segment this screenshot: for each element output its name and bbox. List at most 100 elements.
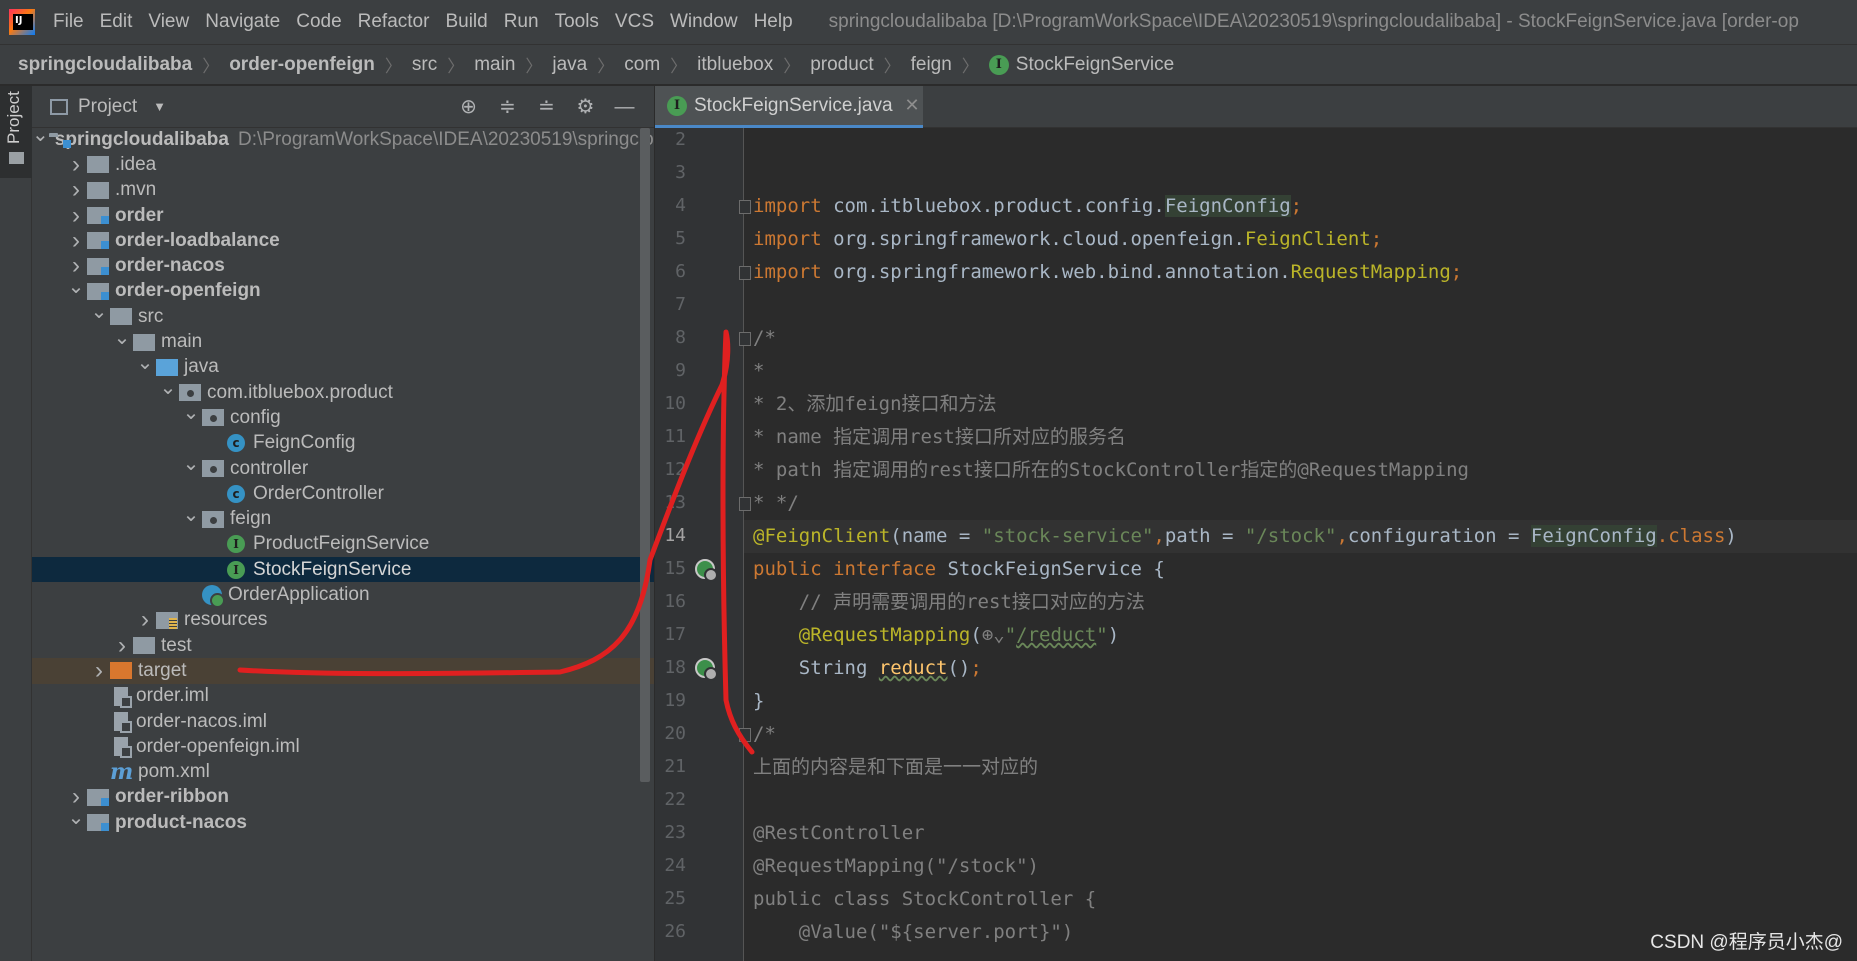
tree-item-controller[interactable]: ⌄ controller <box>32 453 654 481</box>
breadcrumb-item[interactable]: feign <box>911 54 952 76</box>
code-line[interactable]: * path 指定调用的rest接口所在的StockController指定的@… <box>753 454 1469 487</box>
menu-item-help[interactable]: Help <box>754 11 793 33</box>
tree-item-pom-xml[interactable]: m pom.xml <box>32 760 654 785</box>
code-line[interactable]: * name 指定调用rest接口所对应的服务名 <box>753 421 1126 454</box>
expand-all-icon[interactable]: ≑ <box>488 94 527 120</box>
code-line[interactable]: /* <box>753 718 776 751</box>
breadcrumb-item[interactable]: com <box>624 54 660 76</box>
tree-item-order-nacos[interactable]: › order-nacos <box>32 252 654 279</box>
chevron-right-icon[interactable]: › <box>65 227 87 255</box>
code-line[interactable]: @Value("${server.port}") <box>753 916 1074 949</box>
code-line[interactable]: public class StockController { <box>753 883 1096 916</box>
breadcrumb-item[interactable]: product <box>810 54 873 76</box>
tree-item-config[interactable]: ⌄ config <box>32 402 654 430</box>
tree-item-mvn[interactable]: › .mvn <box>32 176 654 204</box>
chevron-down-icon[interactable]: ⌄ <box>180 451 202 476</box>
menu-item-view[interactable]: View <box>148 11 189 33</box>
code-line[interactable]: // 声明需要调用的rest接口对应的方法 <box>753 586 1145 619</box>
close-icon[interactable]: ✕ <box>905 95 920 116</box>
code-line[interactable]: 上面的内容是和下面是一一对应的 <box>753 751 1038 784</box>
implementation-marker-icon[interactable] <box>695 559 718 582</box>
menu-item-file[interactable]: File <box>53 11 84 33</box>
tree-item-order-openfeign-iml[interactable]: order-openfeign.iml <box>32 734 654 759</box>
fold-marker-icon[interactable] <box>739 728 751 742</box>
tree-item-test[interactable]: › test <box>32 632 654 660</box>
tree-item-feignconfig[interactable]: c FeignConfig <box>32 431 654 456</box>
tree-item-order[interactable]: › order <box>32 202 654 230</box>
tree-item-com-itbluebox-product[interactable]: ⌄ com.itbluebox.product <box>32 377 654 405</box>
code-line[interactable]: /* <box>753 322 776 355</box>
breadcrumb-item[interactable]: java <box>552 54 587 76</box>
code-line[interactable]: import org.springframework.web.bind.anno… <box>753 256 1462 289</box>
menu-item-vcs[interactable]: VCS <box>615 11 654 33</box>
chevron-right-icon[interactable]: › <box>134 606 156 634</box>
chevron-right-icon[interactable]: › <box>88 657 110 685</box>
project-panel-title[interactable]: Project <box>78 96 137 118</box>
menu-item-navigate[interactable]: Navigate <box>205 11 280 33</box>
hide-panel-icon[interactable]: — <box>605 94 644 120</box>
chevron-down-icon[interactable]: ⌄ <box>88 299 110 324</box>
fold-marker-icon[interactable] <box>739 200 751 214</box>
code-editor[interactable]: 2 3 4 import com.itbluebox.product.config.F… <box>655 128 1857 961</box>
chevron-down-icon[interactable]: ⌄ <box>180 400 202 425</box>
fold-marker-icon[interactable] <box>739 332 751 346</box>
tree-item-idea[interactable]: › .idea <box>32 151 654 179</box>
chevron-right-icon[interactable]: › <box>111 632 133 660</box>
code-line[interactable]: String reduct(); <box>753 652 982 685</box>
tree-item-target[interactable]: › target <box>32 657 654 685</box>
tree-item-order-openfeign[interactable]: ⌄ order-openfeign <box>32 276 654 304</box>
chevron-down-icon[interactable]: ⌄ <box>157 375 179 400</box>
tree-item-feign[interactable]: ⌄ feign <box>32 504 654 532</box>
fold-marker-icon[interactable] <box>739 266 751 280</box>
tab-stockfeignservice[interactable]: I StockFeignService.java ✕ <box>655 86 923 128</box>
project-tree-scrollbar[interactable] <box>640 128 650 782</box>
code-line[interactable]: * 2、添加feign接口和方法 <box>753 388 997 421</box>
chevron-right-icon[interactable]: › <box>65 176 87 204</box>
menu-item-run[interactable]: Run <box>504 11 539 33</box>
code-line[interactable]: @RequestMapping(⊕⌄"/reduct") <box>753 619 1119 652</box>
gear-icon[interactable]: ⚙ <box>566 94 605 120</box>
menu-item-code[interactable]: Code <box>296 11 341 33</box>
project-tool-window-tab[interactable]: Project <box>0 86 32 178</box>
tree-item-order-nacos-iml[interactable]: order-nacos.iml <box>32 709 654 734</box>
code-line[interactable]: * */ <box>753 487 799 520</box>
tree-item-stockfeignservice[interactable]: I StockFeignService <box>32 557 654 583</box>
breadcrumb-item[interactable]: springcloudalibaba <box>18 54 192 76</box>
fold-marker-icon[interactable] <box>739 497 751 511</box>
collapse-all-icon[interactable]: ≐ <box>527 94 566 120</box>
tree-item-springcloudalibaba[interactable]: ⌄ springcloudalibaba D:\ProgramWorkSpace\I… <box>32 128 654 152</box>
code-line[interactable]: @RequestMapping("/stock") <box>753 850 1039 883</box>
breadcrumb-item[interactable]: order-openfeign <box>229 54 375 76</box>
tree-item-orderapplication[interactable]: OrderApplication <box>32 582 654 609</box>
chevron-right-icon[interactable]: › <box>65 151 87 179</box>
code-line[interactable]: } <box>753 685 764 718</box>
tree-item-productfeignservice[interactable]: I ProductFeignService <box>32 532 654 557</box>
chevron-down-icon[interactable]: ⌄ <box>65 274 87 299</box>
code-line[interactable]: import org.springframework.cloud.openfei… <box>753 223 1382 256</box>
chevron-right-icon[interactable]: › <box>65 202 87 230</box>
menu-item-window[interactable]: Window <box>670 11 738 33</box>
code-line[interactable]: public interface StockFeignService { <box>753 553 1165 586</box>
code-line[interactable]: * <box>753 355 764 388</box>
chevron-down-icon[interactable]: ⌄ <box>65 805 87 830</box>
chevron-down-icon[interactable]: ▼ <box>153 99 166 114</box>
tree-item-order-loadbalance[interactable]: › order-loadbalance <box>32 227 654 255</box>
chevron-down-icon[interactable]: ⌄ <box>180 502 202 527</box>
breadcrumb-item[interactable]: StockFeignService <box>1016 54 1174 76</box>
breadcrumb-item[interactable]: src <box>412 54 437 76</box>
code-line[interactable]: import com.itbluebox.product.config.Feig… <box>753 190 1302 223</box>
tree-item-java[interactable]: ⌄ java <box>32 352 654 380</box>
menu-item-refactor[interactable]: Refactor <box>358 11 430 33</box>
code-line[interactable]: @FeignClient(name = "stock-service",path… <box>753 520 1737 553</box>
locate-file-icon[interactable]: ⊕ <box>449 94 488 120</box>
breadcrumb-item[interactable]: itbluebox <box>697 54 773 76</box>
tree-item-resources[interactable]: › resources <box>32 606 654 634</box>
code-line[interactable]: @RestController <box>753 817 925 850</box>
implementation-marker-icon[interactable] <box>695 658 718 681</box>
tree-item-main[interactable]: ⌄ main <box>32 327 654 354</box>
menu-item-edit[interactable]: Edit <box>100 11 133 33</box>
chevron-down-icon[interactable]: ⌄ <box>134 350 156 375</box>
chevron-down-icon[interactable]: ⌄ <box>111 325 133 350</box>
tree-item-product-nacos[interactable]: ⌄ product-nacos <box>32 807 654 835</box>
menu-item-tools[interactable]: Tools <box>555 11 599 33</box>
